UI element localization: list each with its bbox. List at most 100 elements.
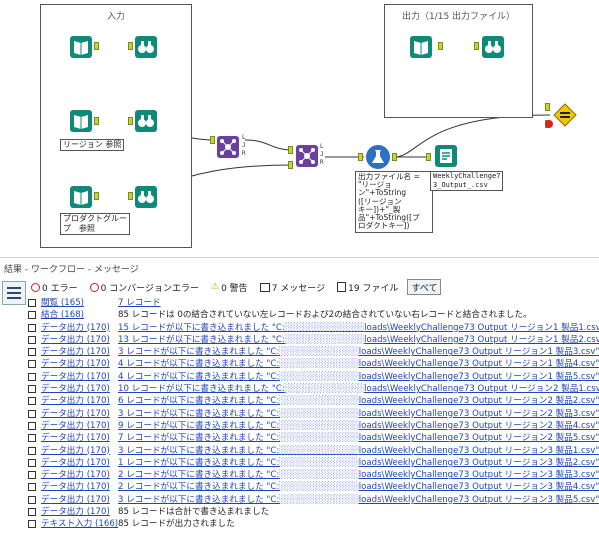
files-filter[interactable]: 19 ファイル bbox=[334, 280, 401, 294]
message-text[interactable]: 4 レコードが以下に書き込まれました "C:░░░░░░░░░░░░░loads… bbox=[118, 371, 599, 383]
list-item[interactable]: データ出力 (170) 1 レコードが以下に書き込まれました "C:░░░░░░░… bbox=[28, 457, 599, 469]
tool-source-link[interactable]: データ出力 (170) bbox=[41, 383, 129, 395]
data-output-tool[interactable] bbox=[435, 145, 457, 167]
list-item[interactable]: データ出力 (170) 3 レコードが以下に書き込まれました "C:░░░░░░░… bbox=[28, 494, 599, 506]
browse-tool-3[interactable] bbox=[135, 186, 157, 208]
binoculars-icon bbox=[138, 41, 154, 53]
browse-tool-4[interactable] bbox=[482, 36, 504, 58]
list-item[interactable]: データ出力 (170) 3 レコードが以下に書き込まれました "C:░░░░░░░… bbox=[28, 346, 599, 358]
list-item[interactable]: データ出力 (170) 2 レコードが以下に書き込まれました "C:░░░░░░░… bbox=[28, 481, 599, 493]
list-item[interactable]: データ出力 (170) 2 レコードが以下に書き込まれました "C:░░░░░░░… bbox=[28, 469, 599, 481]
message-text[interactable]: 3 レコードが以下に書き込まれました "C:░░░░░░░░░░░░░loads… bbox=[118, 346, 599, 358]
text-input-tool-product[interactable] bbox=[70, 186, 92, 208]
warnings-label: 0 警告 bbox=[221, 283, 248, 294]
input-container[interactable]: 入力 bbox=[40, 4, 192, 248]
tool-source-link[interactable]: データ出力 (170) bbox=[41, 420, 129, 432]
output-tool-input-anchor[interactable] bbox=[426, 153, 431, 161]
list-item[interactable]: データ出力 (170) 3 レコードが以下に書き込まれました "C:░░░░░░░… bbox=[28, 445, 599, 457]
list-item[interactable]: データ出力 (170) 4 レコードが以下に書き込まれました "C:░░░░░░░… bbox=[28, 371, 599, 383]
formula-tool[interactable] bbox=[366, 145, 390, 169]
tool-source-link[interactable]: データ出力 (170) bbox=[41, 494, 129, 506]
tool-source-link[interactable]: データ出力 (170) bbox=[41, 457, 129, 469]
tool-source-link[interactable]: 結合 (168) bbox=[41, 309, 129, 321]
message-text[interactable]: 2 レコードが以下に書き込まれました "C:░░░░░░░░░░░░░loads… bbox=[118, 481, 599, 493]
message-text[interactable]: 4 レコードが以下に書き込まれました "C:░░░░░░░░░░░░░loads… bbox=[118, 358, 599, 370]
list-item[interactable]: テキスト入力 (166) 85 レコードが出力されました bbox=[28, 518, 599, 530]
join-right-input-anchor[interactable] bbox=[288, 161, 293, 169]
all-filter[interactable]: すべて bbox=[407, 279, 442, 295]
tool-source-link[interactable]: データ出力 (170) bbox=[41, 334, 129, 346]
results-view-toggle[interactable] bbox=[2, 281, 26, 305]
warnings-filter[interactable]: ⚠ 0 警告 bbox=[208, 280, 251, 294]
tool-source-link[interactable]: データ出力 (170) bbox=[41, 432, 129, 444]
input-anchor[interactable] bbox=[474, 42, 479, 50]
message-text[interactable]: 1 レコードが以下に書き込まれました "C:░░░░░░░░░░░░░loads… bbox=[118, 457, 599, 469]
list-item[interactable]: データ出力 (170) 10 レコードが以下に書き込まれました "C:░░░░░░… bbox=[28, 383, 599, 395]
test-tool[interactable] bbox=[553, 103, 577, 127]
join-tool-2[interactable] bbox=[296, 145, 318, 167]
text-input-tool-region[interactable] bbox=[70, 110, 92, 132]
list-item[interactable]: データ出力 (170) 15 レコードが以下に書き込まれました "C:░░░░░░… bbox=[28, 322, 599, 334]
list-item[interactable]: データ出力 (170) 6 レコードが以下に書き込まれました "C:░░░░░░░… bbox=[28, 395, 599, 407]
test-input-anchor-l[interactable] bbox=[545, 103, 550, 111]
tool-source-link[interactable]: データ出力 (170) bbox=[41, 346, 129, 358]
conversion-errors-filter[interactable]: 0 コンバージョンエラー bbox=[87, 280, 202, 294]
list-item[interactable]: データ出力 (170) 9 レコードが以下に書き込まれました "C:░░░░░░░… bbox=[28, 420, 599, 432]
join-left-input-anchor[interactable] bbox=[288, 146, 293, 154]
messages-filter[interactable]: 7 メッセージ bbox=[257, 280, 328, 294]
tool-source-link[interactable]: データ出力 (170) bbox=[41, 322, 129, 334]
message-text[interactable]: 10 レコードが以下に書き込まれました "C:░░░░░░░░░░░░░load… bbox=[118, 383, 599, 395]
message-text[interactable]: 6 レコードが以下に書き込まれました "C:░░░░░░░░░░░░░loads… bbox=[118, 395, 599, 407]
tool-source-link[interactable]: データ出力 (170) bbox=[41, 469, 129, 481]
message-text[interactable]: 3 レコードが以下に書き込まれました "C:░░░░░░░░░░░░░loads… bbox=[118, 494, 599, 506]
formula-output-anchor[interactable] bbox=[392, 153, 397, 161]
file-icon bbox=[28, 495, 36, 504]
list-item[interactable]: データ出力 (170) 4 レコードが以下に書き込まれました "C:░░░░░░░… bbox=[28, 358, 599, 370]
conversion-error-icon bbox=[89, 282, 99, 292]
message-text[interactable]: 7 レコード bbox=[118, 297, 161, 309]
list-item[interactable]: 結合 (168) 85 レコードは 0の結合されていない左レコードおよび2の結合さ… bbox=[28, 309, 599, 321]
message-suffix: loads\WeeklyChallenge73 Output リージョン3 製品… bbox=[358, 470, 599, 481]
tool-source-link[interactable]: 閲覧 (165) bbox=[41, 297, 129, 309]
text-input-tool-output[interactable] bbox=[410, 36, 432, 58]
input-anchor[interactable] bbox=[128, 192, 133, 200]
formula-input-anchor[interactable] bbox=[358, 153, 363, 161]
tool-source-link[interactable]: データ出力 (170) bbox=[41, 506, 129, 518]
list-item[interactable]: データ出力 (170) 7 レコードが以下に書き込まれました "C:░░░░░░░… bbox=[28, 432, 599, 444]
output-container[interactable]: 出力（1/15 出力ファイル） bbox=[384, 4, 533, 118]
tool-source-link[interactable]: データ出力 (170) bbox=[41, 395, 129, 407]
input-data-tool-1[interactable] bbox=[70, 36, 92, 58]
input-anchor[interactable] bbox=[128, 117, 133, 125]
tool-source-link[interactable]: データ出力 (170) bbox=[41, 445, 129, 457]
join-left-input-anchor[interactable] bbox=[210, 136, 215, 144]
browse-tool-1[interactable] bbox=[135, 36, 157, 58]
list-item[interactable]: データ出力 (170) 85 レコードは合計で書き込まれました bbox=[28, 506, 599, 518]
list-item[interactable]: 閲覧 (165) 7 レコード bbox=[28, 297, 599, 309]
tool-source-link[interactable]: データ出力 (170) bbox=[41, 408, 129, 420]
message-text[interactable]: 7 レコードが以下に書き込まれました "C:░░░░░░░░░░░░░loads… bbox=[118, 432, 599, 444]
list-item[interactable]: データ出力 (170) 3 レコードが以下に書き込まれました "C:░░░░░░░… bbox=[28, 408, 599, 420]
message-text[interactable]: 13 レコードが以下に書き込まれました "C:░░░░░░░░░░░░░load… bbox=[118, 334, 599, 346]
message-text[interactable]: 15 レコードが以下に書き込まれました "C:░░░░░░░░░░░░░load… bbox=[118, 322, 599, 334]
message-text[interactable]: 9 レコードが以下に書き込まれました "C:░░░░░░░░░░░░░loads… bbox=[118, 420, 599, 432]
output-anchor[interactable] bbox=[94, 117, 99, 125]
list-item[interactable]: データ出力 (170) 13 レコードが以下に書き込まれました "C:░░░░░░… bbox=[28, 334, 599, 346]
file-icon bbox=[28, 421, 36, 430]
message-text[interactable]: 3 レコードが以下に書き込まれました "C:░░░░░░░░░░░░░loads… bbox=[118, 408, 599, 420]
message-text[interactable]: 3 レコードが以下に書き込まれました "C:░░░░░░░░░░░░░loads… bbox=[118, 445, 599, 457]
tool-source-link[interactable]: データ出力 (170) bbox=[41, 481, 129, 493]
input-anchor[interactable] bbox=[128, 42, 133, 50]
tool-source-link[interactable]: テキスト入力 (166) bbox=[41, 518, 129, 530]
join-tool-1[interactable] bbox=[217, 136, 239, 158]
tool-source-link[interactable]: データ出力 (170) bbox=[41, 371, 129, 383]
workflow-canvas[interactable]: 入力 出力（1/15 出力ファイル） リージョン 参照 プロダクトグルー プ 参… bbox=[0, 0, 599, 253]
message-text[interactable]: 2 レコードが以下に書き込まれました "C:░░░░░░░░░░░░░loads… bbox=[118, 469, 599, 481]
output-anchor[interactable] bbox=[438, 42, 443, 50]
output-anchor[interactable] bbox=[94, 42, 99, 50]
output-anchor[interactable] bbox=[94, 192, 99, 200]
errors-filter[interactable]: 0 エラー bbox=[28, 280, 81, 294]
message-suffix: loads\WeeklyChallenge73 Output リージョン1 製品… bbox=[358, 347, 599, 358]
browse-tool-2[interactable] bbox=[135, 110, 157, 132]
tool-source-link[interactable]: データ出力 (170) bbox=[41, 358, 129, 370]
redacted-path: ░░░░░░░░░░░░░ bbox=[279, 347, 359, 358]
